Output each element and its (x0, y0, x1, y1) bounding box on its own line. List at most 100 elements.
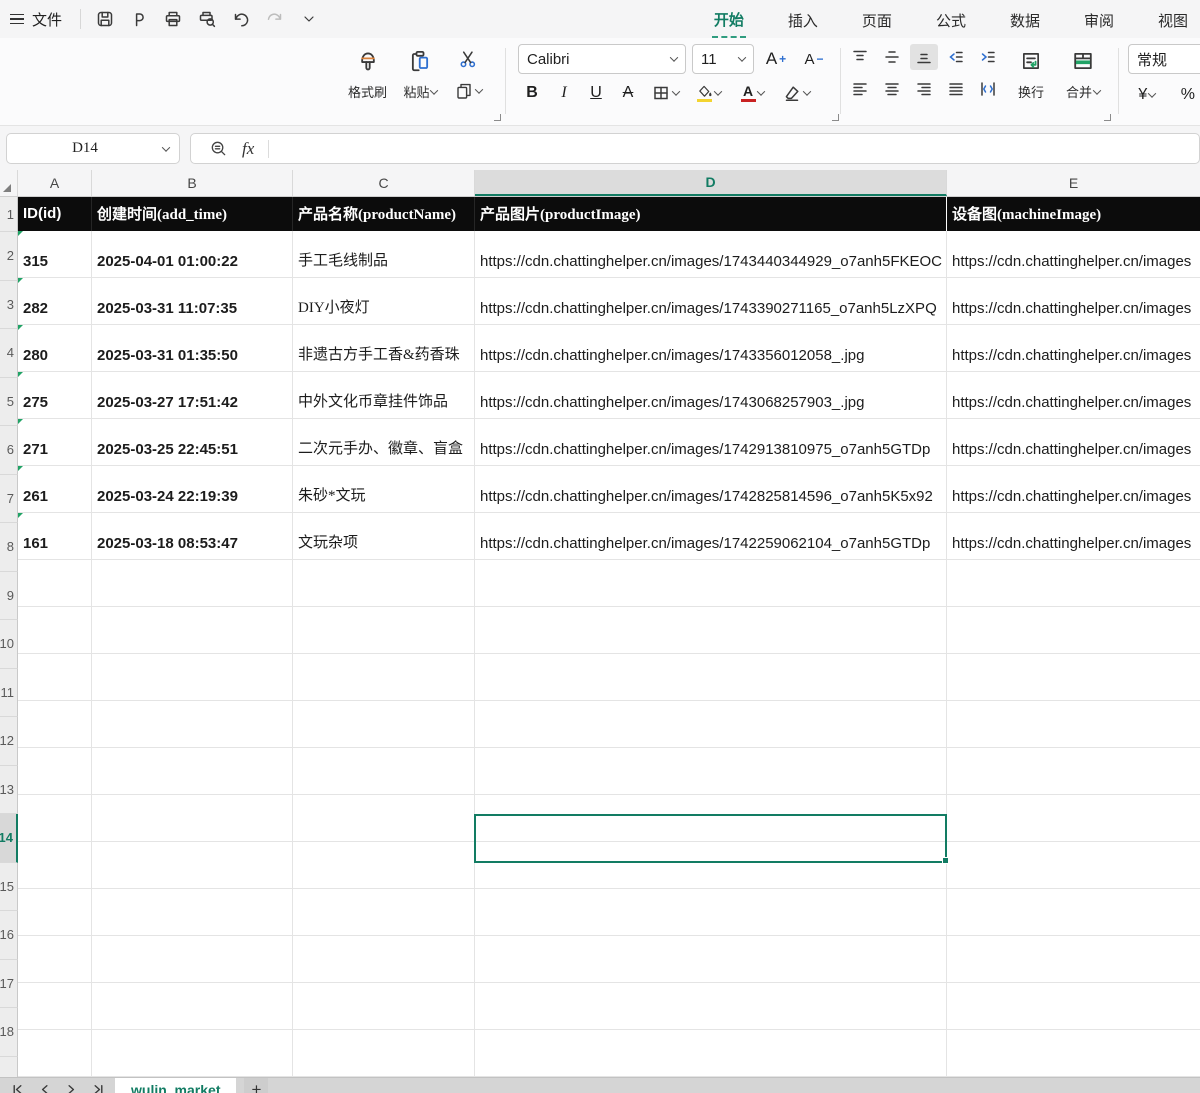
cell-C18[interactable] (293, 983, 475, 1030)
cell-A7[interactable]: 261 (18, 466, 92, 513)
cell-E10[interactable] (947, 607, 1200, 654)
print-icon[interactable] (161, 7, 185, 31)
decrease-indent-button[interactable] (942, 44, 970, 70)
cell-A1[interactable]: ID(id) (18, 197, 92, 231)
cell-B8[interactable]: 2025-03-18 08:53:47 (92, 513, 293, 560)
row-header-15[interactable]: 15 (0, 863, 18, 912)
cell-C3[interactable]: DIY小夜灯 (293, 278, 475, 325)
underline-button[interactable]: U (582, 80, 610, 106)
align-middle-button[interactable] (878, 44, 906, 70)
cell-D16[interactable] (475, 889, 947, 936)
cell-E2[interactable]: https://cdn.chattinghelper.cn/images (947, 231, 1200, 278)
cell-B18[interactable] (92, 983, 293, 1030)
sheet-tab-wulin-market[interactable]: wulin_market (115, 1078, 236, 1093)
cell-C9[interactable] (293, 560, 475, 607)
previous-sheet-icon[interactable] (35, 1081, 53, 1093)
row-header-9[interactable]: 9 (0, 572, 18, 621)
column-header-D[interactable]: D (475, 170, 947, 196)
undo-icon[interactable] (229, 7, 253, 31)
cell-B17[interactable] (92, 936, 293, 983)
cell-E7[interactable]: https://cdn.chattinghelper.cn/images (947, 466, 1200, 513)
cell-D3[interactable]: https://cdn.chattinghelper.cn/images/174… (475, 278, 947, 325)
cell-B1[interactable]: 创建时间(add_time) (92, 197, 293, 231)
cell-D5[interactable]: https://cdn.chattinghelper.cn/images/174… (475, 372, 947, 419)
redo-icon[interactable] (263, 7, 287, 31)
next-sheet-icon[interactable] (62, 1081, 80, 1093)
cell-E8[interactable]: https://cdn.chattinghelper.cn/images (947, 513, 1200, 560)
format-painter-button[interactable]: 格式刷 (342, 44, 393, 105)
align-left-button[interactable] (846, 76, 874, 102)
cell-C7[interactable]: 朱砂*文玩 (293, 466, 475, 513)
merge-cells-button[interactable]: 合并 (1060, 44, 1106, 105)
cell-E3[interactable]: https://cdn.chattinghelper.cn/images (947, 278, 1200, 325)
cut-icon[interactable] (457, 48, 479, 75)
alignment-dialog-launcher[interactable] (1104, 114, 1111, 121)
cell-B2[interactable]: 2025-04-01 01:00:22 (92, 231, 293, 278)
align-right-button[interactable] (910, 76, 938, 102)
cell-D1[interactable]: 产品图片(productImage) (475, 197, 947, 231)
fill-color-button[interactable] (688, 80, 728, 106)
wrap-text-button[interactable]: 换行 (1012, 44, 1050, 105)
cell-A16[interactable] (18, 889, 92, 936)
distributed-button[interactable] (974, 76, 1002, 102)
cell-C14[interactable] (293, 795, 475, 842)
cell-C17[interactable] (293, 936, 475, 983)
cell-D2[interactable]: https://cdn.chattinghelper.cn/images/174… (475, 231, 947, 278)
cell-A17[interactable] (18, 936, 92, 983)
cell-D12[interactable] (475, 701, 947, 748)
cell-E17[interactable] (947, 936, 1200, 983)
row-header-6[interactable]: 6 (0, 426, 18, 475)
align-bottom-button[interactable] (910, 44, 938, 70)
print-preview-icon[interactable] (195, 7, 219, 31)
cell-D9[interactable] (475, 560, 947, 607)
cell-B6[interactable]: 2025-03-25 22:45:51 (92, 419, 293, 466)
row-header-3[interactable]: 3 (0, 281, 18, 330)
row-header-4[interactable]: 4 (0, 329, 18, 378)
cell-C12[interactable] (293, 701, 475, 748)
cell-B14[interactable] (92, 795, 293, 842)
cell-E4[interactable]: https://cdn.chattinghelper.cn/images (947, 325, 1200, 372)
cell-B19[interactable] (92, 1030, 293, 1077)
cell-B7[interactable]: 2025-03-24 22:19:39 (92, 466, 293, 513)
cell-E5[interactable]: https://cdn.chattinghelper.cn/images (947, 372, 1200, 419)
borders-button[interactable] (646, 80, 684, 106)
file-menu[interactable]: 文件 (32, 9, 62, 30)
row-header-16[interactable]: 16 (0, 911, 18, 960)
column-header-A[interactable]: A (18, 170, 92, 196)
strikethrough-button[interactable]: A (614, 80, 642, 106)
cell-B3[interactable]: 2025-03-31 11:07:35 (92, 278, 293, 325)
increase-indent-button[interactable] (974, 44, 1002, 70)
cell-A10[interactable] (18, 607, 92, 654)
cell-C10[interactable] (293, 607, 475, 654)
align-top-button[interactable] (846, 44, 874, 70)
cell-C5[interactable]: 中外文化币章挂件饰品 (293, 372, 475, 419)
tab-insert[interactable]: 插入 (786, 2, 820, 37)
add-sheet-button[interactable]: + (244, 1078, 268, 1093)
tab-view[interactable]: 视图 (1156, 2, 1190, 37)
save-icon[interactable] (93, 7, 117, 31)
cell-E13[interactable] (947, 748, 1200, 795)
tab-home[interactable]: 开始 (712, 1, 746, 38)
cell-A9[interactable] (18, 560, 92, 607)
cell-D19[interactable] (475, 1030, 947, 1077)
paste-button[interactable]: 粘贴 (397, 44, 443, 105)
export-pdf-icon[interactable] (127, 7, 151, 31)
cell-D6[interactable]: https://cdn.chattinghelper.cn/images/174… (475, 419, 947, 466)
row-header-19[interactable] (0, 1057, 18, 1078)
cell-E19[interactable] (947, 1030, 1200, 1077)
cell-A18[interactable] (18, 983, 92, 1030)
cell-A12[interactable] (18, 701, 92, 748)
percent-format-button[interactable]: % (1176, 82, 1200, 108)
cell-B12[interactable] (92, 701, 293, 748)
align-center-button[interactable] (878, 76, 906, 102)
row-header-2[interactable]: 2 (0, 232, 18, 281)
cell-E15[interactable] (947, 842, 1200, 889)
font-size-combo[interactable]: 11 (692, 44, 754, 74)
last-sheet-icon[interactable] (89, 1081, 107, 1093)
italic-button[interactable]: I (550, 80, 578, 106)
row-header-7[interactable]: 7 (0, 475, 18, 524)
cell-B11[interactable] (92, 654, 293, 701)
row-header-8[interactable]: 8 (0, 523, 18, 572)
tab-formula[interactable]: 公式 (934, 2, 968, 37)
cell-D13[interactable] (475, 748, 947, 795)
